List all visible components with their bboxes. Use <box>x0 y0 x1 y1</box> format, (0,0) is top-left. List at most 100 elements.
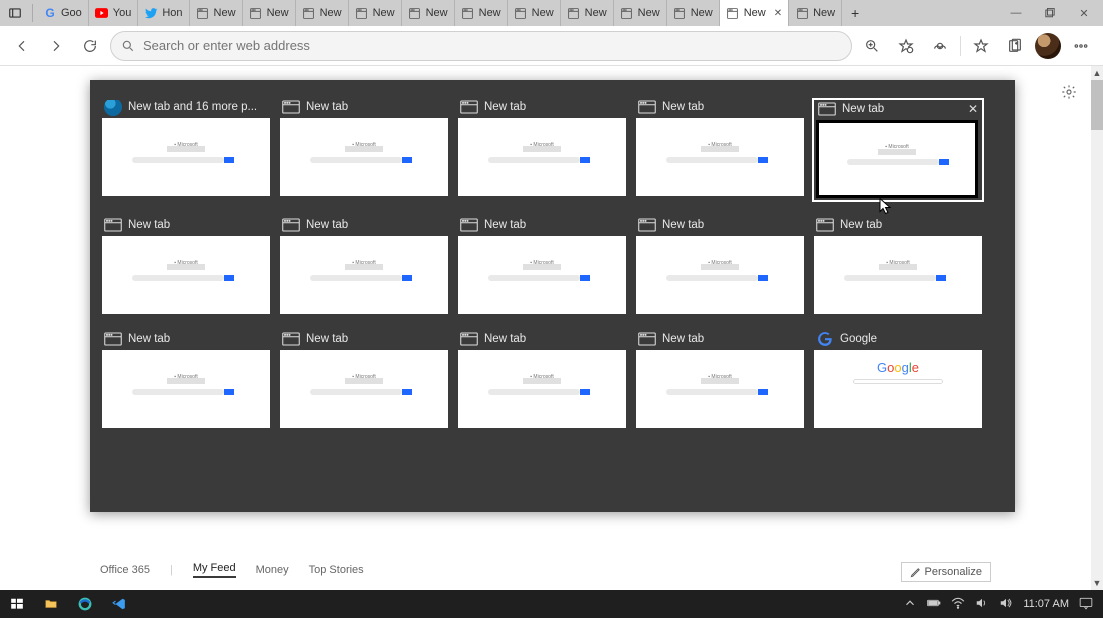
window-close-button[interactable]: ✕ <box>1067 0 1101 26</box>
tray-notification-icon[interactable] <box>1079 596 1093 613</box>
scroll-up-icon[interactable]: ▲ <box>1091 66 1103 80</box>
overview-tile[interactable]: New tab▪ Microsoft <box>636 332 804 428</box>
overview-tile[interactable]: New tab▪ Microsoft <box>458 332 626 428</box>
scrollbar-thumb[interactable] <box>1091 80 1103 130</box>
tile-header: New tab <box>280 332 448 350</box>
zoom-button[interactable] <box>858 32 886 60</box>
browser-tab[interactable]: New <box>614 0 667 26</box>
personalize-button[interactable]: Personalize <box>901 562 991 582</box>
separator: | <box>170 564 173 576</box>
overview-tile[interactable]: New tab and 16 more p...▪ Microsoft <box>102 100 270 200</box>
tab-close-button[interactable]: ✕ <box>774 8 782 19</box>
tile-label: New tab <box>306 101 348 113</box>
overview-tile[interactable]: New tab▪ Microsoft <box>458 100 626 200</box>
pencil-icon <box>910 567 921 578</box>
tile-favicon <box>282 218 300 232</box>
address-input[interactable] <box>143 38 841 53</box>
tile-header: New tab✕ <box>816 102 980 120</box>
tray-wifi-icon[interactable] <box>951 596 965 613</box>
extensions-button[interactable] <box>926 32 954 60</box>
taskbar-file-explorer[interactable] <box>34 590 68 618</box>
browser-tab[interactable]: New <box>561 0 614 26</box>
overview-tile[interactable]: New tab▪ Microsoft <box>280 218 448 314</box>
overview-tile[interactable]: New tab▪ Microsoft <box>636 100 804 200</box>
tray-sound-icon[interactable] <box>999 596 1013 613</box>
window-maximize-button[interactable] <box>1033 0 1067 26</box>
tab-favicon <box>673 6 687 20</box>
tile-thumbnail: ▪ Microsoft <box>814 236 982 314</box>
tab-favicon <box>355 6 369 20</box>
overview-tile[interactable]: New tab▪ Microsoft <box>102 218 270 314</box>
tile-label: New tab <box>662 333 704 345</box>
search-icon <box>121 39 135 53</box>
overview-tile[interactable]: New tab▪ Microsoft <box>814 218 982 314</box>
tab-label: New <box>585 7 607 19</box>
tab-label: New <box>267 7 289 19</box>
window-minimize-button[interactable]: — <box>999 0 1033 26</box>
tray-battery-icon[interactable] <box>927 596 941 613</box>
profile-avatar[interactable] <box>1035 33 1061 59</box>
taskbar-vscode[interactable] <box>102 590 136 618</box>
browser-tab[interactable]: New <box>508 0 561 26</box>
tile-favicon <box>816 218 834 232</box>
favorites-bar-button[interactable] <box>892 32 920 60</box>
tile-label: New tab <box>306 333 348 345</box>
browser-tab[interactable]: New <box>667 0 720 26</box>
favorites-button[interactable] <box>967 32 995 60</box>
browser-tab[interactable]: New <box>190 0 243 26</box>
browser-tab[interactable]: New <box>402 0 455 26</box>
ntp-link-topstories[interactable]: Top Stories <box>309 564 364 576</box>
tile-header: New tab <box>458 100 626 118</box>
address-bar[interactable] <box>110 31 852 61</box>
forward-button[interactable] <box>42 32 70 60</box>
tile-favicon <box>638 332 656 346</box>
browser-tab[interactable]: GGoo <box>37 0 89 26</box>
tile-label: New tab <box>128 219 170 231</box>
tile-favicon <box>816 332 834 346</box>
ntp-link-office365[interactable]: Office 365 <box>100 564 150 576</box>
browser-tab[interactable]: New <box>243 0 296 26</box>
refresh-button[interactable] <box>76 32 104 60</box>
page-scrollbar[interactable]: ▲ ▼ <box>1091 66 1103 590</box>
back-button[interactable] <box>8 32 36 60</box>
tray-volume-icon[interactable] <box>975 596 989 613</box>
overview-tile[interactable]: GoogleGoogle <box>814 332 982 428</box>
overview-tile[interactable]: New tab✕▪ Microsoft <box>814 100 982 200</box>
browser-tab[interactable]: New <box>455 0 508 26</box>
browser-tab[interactable]: Hon <box>138 0 189 26</box>
overview-tile[interactable]: New tab▪ Microsoft <box>280 332 448 428</box>
browser-tab[interactable]: New <box>349 0 402 26</box>
overview-tile[interactable]: New tab▪ Microsoft <box>280 100 448 200</box>
tray-chevron-icon[interactable] <box>903 596 917 613</box>
ntp-link-money[interactable]: Money <box>256 564 289 576</box>
tray-clock[interactable]: 11:07 AM <box>1023 598 1069 610</box>
overview-tile[interactable]: New tab▪ Microsoft <box>458 218 626 314</box>
tile-header: New tab <box>102 218 270 236</box>
tile-favicon <box>460 218 478 232</box>
settings-gear-icon[interactable] <box>1061 84 1077 105</box>
new-tab-button[interactable]: + <box>842 0 868 26</box>
windows-taskbar: 11:07 AM <box>0 590 1103 618</box>
browser-tab[interactable]: New <box>789 0 842 26</box>
tile-close-button[interactable]: ✕ <box>968 102 978 116</box>
tab-label: New <box>638 7 660 19</box>
taskbar-edge[interactable] <box>68 590 102 618</box>
overview-tile[interactable]: New tab▪ Microsoft <box>102 332 270 428</box>
start-button[interactable] <box>0 590 34 618</box>
tab-label: New <box>744 7 766 19</box>
tile-header: New tab <box>280 100 448 118</box>
scroll-down-icon[interactable]: ▼ <box>1091 576 1103 590</box>
browser-tab[interactable]: You <box>89 0 139 26</box>
tab-actions-button[interactable] <box>2 0 28 26</box>
ntp-link-myfeed[interactable]: My Feed <box>193 562 236 578</box>
browser-tab[interactable]: New <box>296 0 349 26</box>
overview-tile[interactable]: New tab▪ Microsoft <box>636 218 804 314</box>
tile-label: New tab <box>128 333 170 345</box>
collections-button[interactable] <box>1001 32 1029 60</box>
browser-tab[interactable]: New ✕ <box>720 0 789 26</box>
tile-favicon <box>282 100 300 114</box>
more-button[interactable] <box>1067 32 1095 60</box>
tab-favicon <box>249 6 263 20</box>
tile-header: New tab <box>636 100 804 118</box>
tile-label: New tab <box>306 219 348 231</box>
